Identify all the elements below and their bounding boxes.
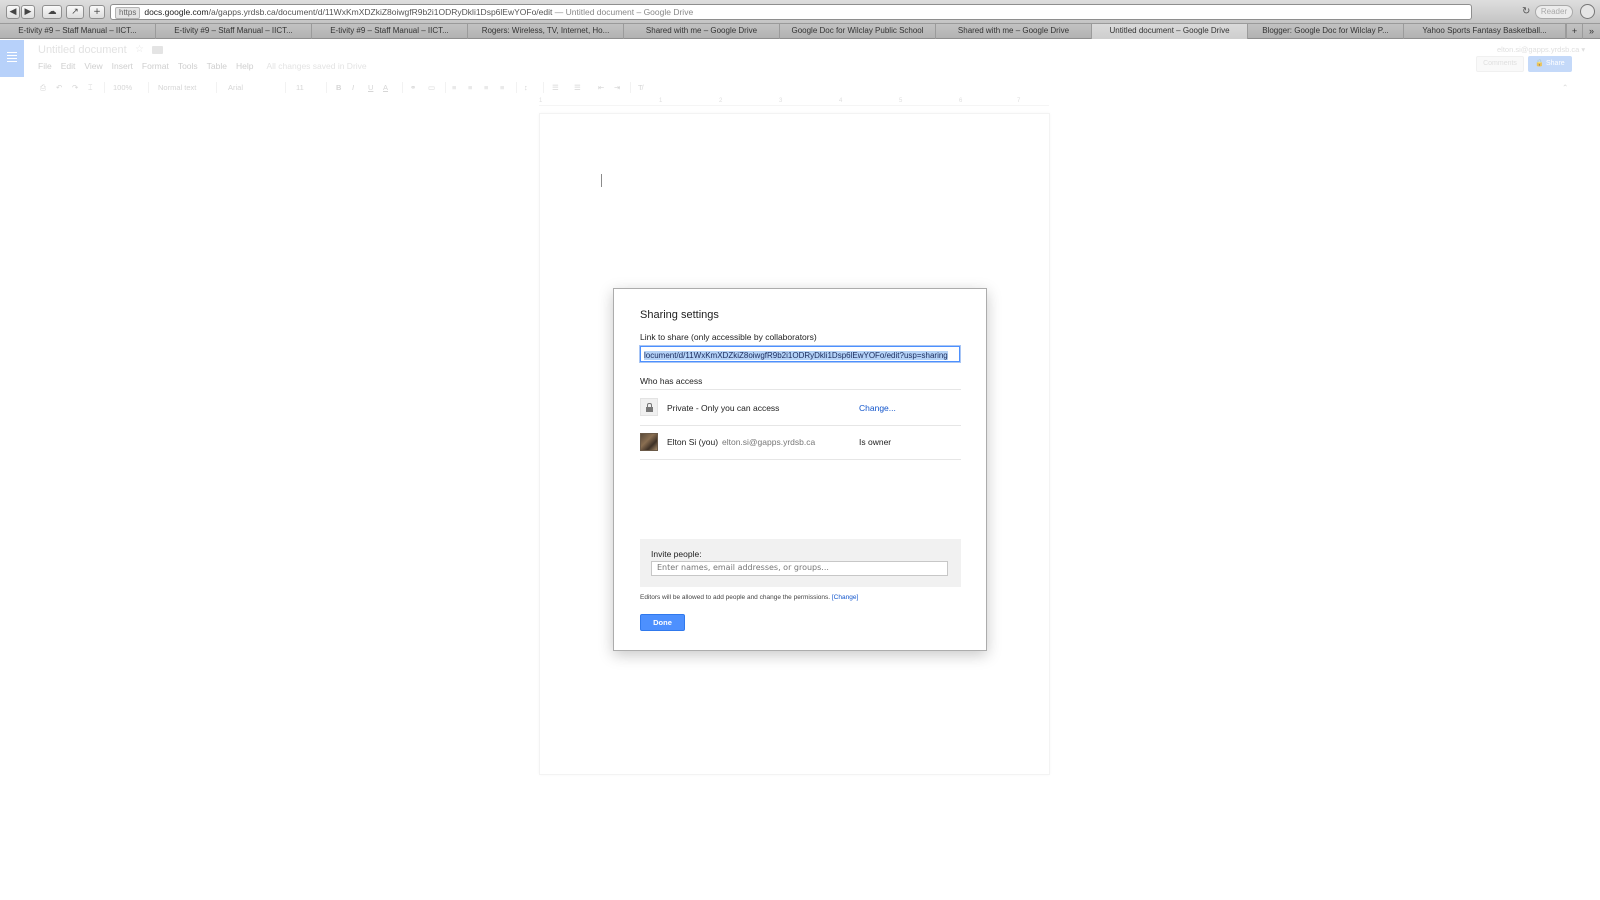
- divider: [640, 459, 961, 460]
- link-label: Link to share (only accessible by collab…: [640, 332, 817, 342]
- share-icon: ↗: [71, 7, 79, 17]
- share-link-text: locument/d/11WxKmXDZkiZ8oiwgfR9b2i1ODRyD…: [644, 351, 948, 360]
- sharing-settings-dialog: Sharing settings Link to share (only acc…: [613, 288, 987, 651]
- reader-button[interactable]: Reader: [1535, 5, 1573, 19]
- browser-tab[interactable]: Google Doc for Wilclay Public School: [780, 24, 936, 39]
- browser-tab-active[interactable]: Untitled document – Google Drive: [1092, 24, 1248, 39]
- owner-email: elton.si@gapps.yrdsb.ca: [722, 437, 816, 447]
- editors-note-text: Editors will be allowed to add people an…: [640, 594, 831, 601]
- dialog-title: Sharing settings: [640, 309, 719, 321]
- browser-tab[interactable]: E-tivity #9 – Staff Manual – IICT...: [312, 24, 468, 39]
- https-badge: https: [115, 7, 141, 19]
- browser-tab[interactable]: E-tivity #9 – Staff Manual – IICT...: [156, 24, 312, 39]
- editors-change-link[interactable]: [Change]: [832, 594, 858, 601]
- reload-icon[interactable]: ↻: [1522, 6, 1530, 17]
- new-tab-button[interactable]: +: [1566, 24, 1582, 39]
- tab-overflow-button[interactable]: »: [1582, 24, 1600, 39]
- forward-button[interactable]: ▶: [21, 5, 35, 19]
- profile-icon[interactable]: [1580, 4, 1595, 19]
- add-bookmark-button[interactable]: +: [89, 5, 105, 19]
- back-icon: ◀: [9, 7, 17, 17]
- browser-toolbar: ◀ ▶ ☁ ↗ + https docs.google.com/a/gapps.y…: [0, 0, 1600, 24]
- browser-tab[interactable]: Blogger: Google Doc for Wilclay P...: [1248, 24, 1404, 39]
- address-bar[interactable]: https docs.google.com/a/gapps.yrdsb.ca/do…: [110, 4, 1472, 20]
- access-level-text: Private - Only you can access: [667, 403, 780, 413]
- cloud-icon: ☁: [47, 7, 57, 17]
- share-link-field[interactable]: locument/d/11WxKmXDZkiZ8oiwgfR9b2i1ODRyD…: [640, 346, 960, 362]
- browser-tab[interactable]: E-tivity #9 – Staff Manual – IICT...: [0, 24, 156, 39]
- back-button[interactable]: ◀: [6, 5, 20, 19]
- invite-label: Invite people:: [651, 549, 702, 559]
- url-path: /a/gapps.yrdsb.ca/document/d/11WxKmXDZki…: [208, 7, 553, 17]
- avatar: [640, 433, 658, 451]
- browser-tab[interactable]: Yahoo Sports Fantasy Basketball...: [1404, 24, 1566, 39]
- divider: [640, 425, 961, 426]
- owner-name: Elton Si (you): [667, 437, 719, 447]
- share-page-button[interactable]: ↗: [66, 5, 84, 19]
- browser-tab[interactable]: Rogers: Wireless, TV, Internet, Ho...: [468, 24, 624, 39]
- plus-icon: +: [93, 7, 101, 17]
- browser-tab[interactable]: Shared with me – Google Drive: [624, 24, 780, 39]
- editors-note: Editors will be allowed to add people an…: [640, 594, 858, 601]
- done-button[interactable]: Done: [640, 614, 685, 631]
- change-access-link[interactable]: Change...: [859, 403, 896, 413]
- who-has-access-heading: Who has access: [640, 376, 703, 386]
- forward-icon: ▶: [24, 7, 32, 17]
- lock-icon: [640, 398, 658, 416]
- invite-panel: Invite people: Enter names, email addres…: [640, 539, 961, 587]
- invite-input[interactable]: Enter names, email addresses, or groups.…: [651, 561, 948, 576]
- url-page-title: — Untitled document – Google Drive: [554, 7, 694, 17]
- divider: [640, 389, 961, 390]
- browser-tab[interactable]: Shared with me – Google Drive: [936, 24, 1092, 39]
- owner-role: Is owner: [859, 437, 892, 447]
- icloud-button[interactable]: ☁: [42, 5, 62, 19]
- tab-strip: E-tivity #9 – Staff Manual – IICT... E-t…: [0, 24, 1600, 39]
- url-host: docs.google.com: [144, 7, 209, 17]
